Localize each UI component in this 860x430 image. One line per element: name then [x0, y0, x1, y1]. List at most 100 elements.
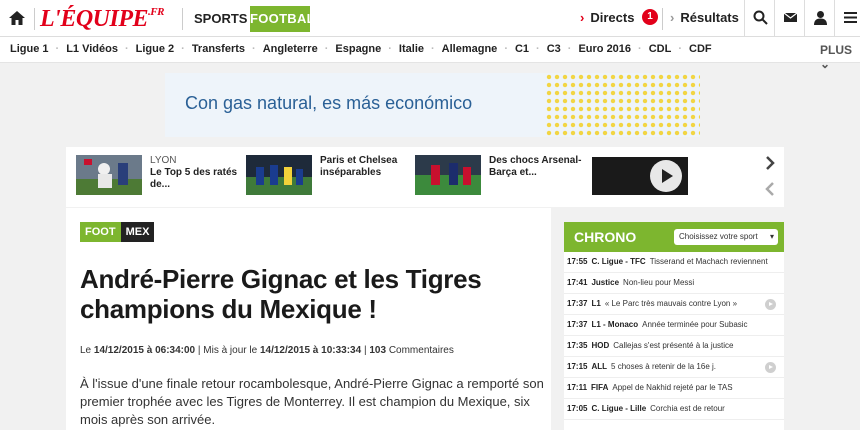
- article-lead: À l'issue d'une finale retour rocamboles…: [80, 376, 544, 427]
- video-play-icon[interactable]: [765, 299, 776, 310]
- subnav-separator: ·: [678, 43, 682, 55]
- subnav-item[interactable]: Ligue 1: [10, 43, 49, 55]
- chrono-time: 17:11: [567, 383, 588, 392]
- chrono-panel: CHRONO Choisissez votre sport 17:55C. Li…: [564, 222, 784, 430]
- chrono-category: L1 - Monaco: [591, 320, 639, 329]
- teaser-title: Le Top 5 des ratés de...: [150, 167, 238, 190]
- chrono-category: C. Ligue - Lille: [591, 404, 647, 413]
- mail-icon: [783, 12, 798, 22]
- subnav-separator: ·: [252, 43, 256, 55]
- account-button[interactable]: [804, 0, 834, 37]
- video-player[interactable]: [592, 157, 688, 195]
- chrono-row[interactable]: 17:35 HOD Callejas s'est présenté à la jus…: [564, 336, 784, 357]
- ad-dot-pattern: [545, 73, 700, 137]
- tag-country[interactable]: MEX: [120, 222, 155, 242]
- chrono-headline: Appel de Nakhid rejeté par le TAS: [612, 383, 733, 392]
- subnav-item[interactable]: C3: [547, 43, 561, 55]
- teaser-text: LYON Le Top 5 des ratés de...: [150, 155, 246, 191]
- subnav-separator: ·: [567, 43, 572, 55]
- chevron-right-icon: ›: [670, 10, 675, 25]
- comments-link[interactable]: Commentaires: [389, 345, 454, 356]
- subnav-separator: ·: [388, 43, 392, 55]
- subnav-item[interactable]: Espagne: [335, 43, 381, 55]
- subnav-separator: ·: [181, 43, 185, 55]
- results-link[interactable]: › Résultats: [670, 10, 739, 25]
- chrono-time: 17:15: [567, 362, 588, 371]
- section-football-tab[interactable]: FOOTBALL: [250, 6, 323, 32]
- subnav-separator: ·: [536, 43, 540, 55]
- chrono-row[interactable]: 17:15 ALL 5 choses à retenir de la 16e j.: [564, 357, 784, 378]
- site-logo[interactable]: L'ÉQUIPE.FR: [40, 6, 164, 33]
- menu-button[interactable]: [834, 0, 860, 37]
- more-label: PLUS: [820, 43, 853, 57]
- updated-date: 14/12/2015 à 10:33:34: [259, 345, 362, 356]
- subnav-separator: ·: [124, 43, 129, 55]
- teaser-thumbnail: [246, 155, 312, 195]
- results-label: Résultats: [680, 10, 739, 25]
- subnav-item[interactable]: C1: [515, 43, 529, 55]
- more-menu-button[interactable]: PLUS ⌄: [820, 43, 860, 71]
- logo-text: L'ÉQUIPE: [40, 6, 149, 32]
- subnav-separator: ·: [55, 43, 60, 55]
- directs-count-badge: 1: [642, 9, 658, 25]
- chevron-down-icon: ⌄: [820, 57, 831, 71]
- subnav-separator: ·: [324, 43, 329, 55]
- search-button[interactable]: [744, 0, 774, 37]
- subnav-separator: ·: [638, 43, 642, 55]
- play-icon[interactable]: [650, 160, 682, 192]
- chrono-row[interactable]: 17:37 L1 « Le Parc très mauvais contre Lyo…: [564, 294, 784, 315]
- subnav-item[interactable]: CDL: [649, 43, 672, 55]
- ad-banner[interactable]: Con gas natural, es más económico: [165, 73, 700, 137]
- teaser-title: Des chocs Arsenal-Barça et...: [489, 155, 582, 178]
- chrono-category: C. Ligue - TFC: [591, 257, 646, 266]
- subnav-item[interactable]: Angleterre: [263, 43, 318, 55]
- chrono-category: L1: [591, 299, 601, 308]
- chrono-headline: Tisserand et Machach reviennent: [649, 257, 768, 266]
- home-icon[interactable]: [8, 9, 26, 27]
- subnav-item[interactable]: Ligue 2: [136, 43, 175, 55]
- mail-button[interactable]: [774, 0, 804, 37]
- subnav-item[interactable]: L1 Vidéos: [66, 43, 118, 55]
- sport-select[interactable]: Choisissez votre sport: [674, 229, 778, 245]
- chevron-left-icon[interactable]: [762, 181, 778, 197]
- chrono-header: CHRONO Choisissez votre sport: [564, 222, 784, 252]
- subnav-separator: ·: [504, 43, 508, 55]
- divider: [662, 8, 663, 30]
- chrono-category: ALL: [591, 362, 608, 371]
- chrono-headline: Corchia est de retour: [650, 404, 725, 413]
- user-icon: [814, 11, 827, 25]
- teaser-arrows: [762, 155, 782, 197]
- directs-link[interactable]: › Directs: [580, 10, 634, 25]
- subnav-item[interactable]: Italie: [399, 43, 424, 55]
- teaser-text: Paris et Chelsea inséparables: [320, 155, 416, 179]
- chrono-category: FIFA: [591, 383, 609, 392]
- top-bar: L'ÉQUIPE.FR SPORTS ▾ FOOTBALL › Directs 1…: [0, 0, 860, 37]
- subnav-item[interactable]: Euro 2016: [578, 43, 631, 55]
- chrono-headline: « Le Parc très mauvais contre Lyon »: [604, 299, 738, 308]
- chrono-category: Justice: [591, 278, 620, 287]
- teaser-thumbnail: [76, 155, 142, 195]
- teaser-title: Paris et Chelsea inséparables: [320, 155, 398, 178]
- chrono-row[interactable]: 17:55 C. Ligue - TFC Tisserand et Machach …: [564, 252, 784, 273]
- subnav-item[interactable]: Transferts: [192, 43, 245, 55]
- chrono-time: 17:37: [567, 299, 588, 308]
- chrono-row[interactable]: 17:37 L1 - Monaco Année terminée pour Suba…: [564, 315, 784, 336]
- subnav-item[interactable]: Allemagne: [442, 43, 498, 55]
- chrono-row[interactable]: 17:05 C. Ligue - Lille Corchia est de reto…: [564, 399, 784, 420]
- chrono-headline: 5 choses à retenir de la 16e j.: [611, 362, 716, 371]
- chrono-row[interactable]: 17:11 FIFA Appel de Nakhid rejeté par le T…: [564, 378, 784, 399]
- chrono-headline: Non-lieu pour Messi: [623, 278, 695, 287]
- published-date: 14/12/2015 à 06:34:00: [93, 345, 196, 356]
- tag-sport[interactable]: FOOT: [80, 222, 121, 242]
- article: FOOT MEX André-Pierre Gignac et les Tigr…: [66, 208, 551, 430]
- video-play-icon[interactable]: [765, 362, 776, 373]
- comments-count[interactable]: 103: [369, 345, 386, 356]
- article-title: André-Pierre Gignac et les Tigres champi…: [80, 264, 482, 324]
- subnav-item[interactable]: CDF: [689, 43, 712, 55]
- chevron-right-icon[interactable]: [762, 155, 778, 171]
- chrono-row[interactable]: 17:41 Justice Non-lieu pour Messi: [564, 273, 784, 294]
- chrono-time: 17:05: [567, 404, 588, 413]
- sports-menu-button[interactable]: SPORTS ▾: [194, 11, 258, 27]
- ad-text: Con gas natural, es más económico: [185, 93, 473, 113]
- divider: [34, 8, 35, 30]
